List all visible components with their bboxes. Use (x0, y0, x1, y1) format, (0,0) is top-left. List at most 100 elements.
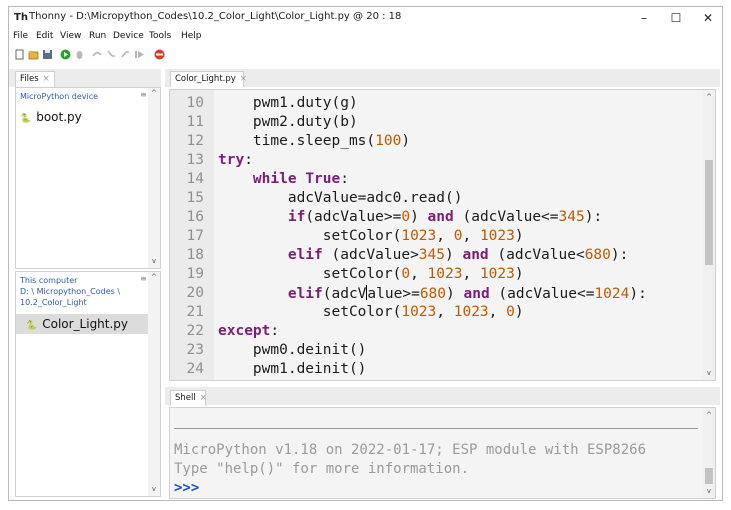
scroll-up-icon[interactable]: ^ (148, 88, 160, 98)
shell-panel[interactable]: MicroPython v1.18 on 2022-01-17; ESP mod… (169, 407, 716, 499)
device-panel-scrollbar[interactable]: ^ v (148, 88, 160, 268)
code-token: setColor( (322, 304, 402, 320)
tab-editor-close-icon[interactable]: × (240, 74, 247, 84)
shell-scroll-thumb[interactable] (705, 468, 713, 484)
computer-panel-scrollbar[interactable]: ^ v (148, 272, 160, 496)
menu-run[interactable]: Run (89, 31, 106, 41)
resume-icon[interactable] (134, 49, 145, 60)
menu-edit[interactable]: Edit (36, 31, 53, 41)
computer-panel-path-line2: 10.2_Color_Light (20, 298, 87, 307)
code-token: , (462, 228, 480, 244)
toolbar (9, 45, 722, 65)
number-token: 0 (401, 266, 411, 282)
stop-icon[interactable] (154, 49, 165, 60)
editor-scrollbar[interactable]: ^ v (703, 90, 715, 380)
code-text: elif (adcValue>345) and (adcValue<680): (218, 247, 629, 263)
editor-scroll-thumb[interactable] (705, 160, 713, 265)
code-editor[interactable]: 10 pwm1.duty(g) 11 pwm2.duty(b) 12 time.sl… (169, 89, 716, 381)
shell-prompt[interactable]: >>> (174, 480, 199, 496)
keyword-token: and (427, 209, 454, 225)
line-number: 15 (186, 190, 204, 206)
scroll-down-icon[interactable]: v (148, 256, 160, 266)
code-token: pwm2.duty(b) (252, 114, 358, 130)
code-token: ): (629, 286, 647, 302)
save-icon[interactable] (42, 49, 53, 60)
title-bar[interactable]: Th Thonny - D:\Micropython_Codes\10.2_Co… (9, 7, 722, 29)
number-token: 1023 (427, 266, 463, 282)
step-over-icon[interactable] (92, 49, 103, 60)
code-text: time.sleep_ms(100) (218, 133, 410, 149)
panel-menu-icon[interactable]: ≡ (140, 274, 147, 283)
tab-color-light[interactable]: Color_Light.py × (170, 71, 247, 87)
shell-output-line: MicroPython v1.18 on 2022-01-17; ESP mod… (174, 442, 647, 458)
tab-shell-label: Shell (175, 393, 196, 403)
device-file-name: boot.py (36, 110, 82, 124)
code-token: (adcValue< (488, 247, 585, 263)
number-token: 680 (584, 247, 611, 263)
number-token: 1024 (594, 286, 630, 302)
keyword-token: and (462, 247, 489, 263)
keyword-token: try (218, 152, 245, 168)
scroll-down-icon[interactable]: v (148, 484, 160, 494)
code-token: ) (410, 209, 428, 225)
minimize-button[interactable]: – (629, 9, 659, 27)
thonny-window: Th Thonny - D:\Micropython_Codes\10.2_Co… (8, 6, 723, 501)
menu-tools[interactable]: Tools (149, 31, 171, 41)
line-number: 18 (186, 247, 204, 263)
scroll-down-icon[interactable]: v (703, 486, 715, 496)
python-file-icon: 🐍 (26, 321, 38, 331)
keyword-token: True (305, 171, 341, 187)
keyword-token: and (463, 286, 490, 302)
scroll-down-icon[interactable]: v (703, 368, 715, 378)
device-file-item[interactable]: 🐍 boot.py (20, 110, 82, 124)
maximize-button[interactable]: ☐ (661, 9, 691, 27)
shell-scrollbar[interactable]: ^ v (703, 408, 715, 498)
menu-file[interactable]: File (13, 31, 28, 41)
computer-file-item[interactable]: 🐍 Color_Light.py (16, 314, 148, 334)
editor-tabstrip (165, 69, 720, 87)
code-token: : (244, 152, 253, 168)
code-token: ) (446, 286, 464, 302)
line-number: 16 (186, 209, 204, 225)
line-number: 10 (186, 95, 204, 111)
menu-bar: File Edit View Run Device Tools Help (9, 29, 722, 45)
number-token: 1023 (401, 228, 437, 244)
tab-files[interactable]: Files × (15, 71, 55, 87)
code-token: setColor( (322, 228, 402, 244)
code-text: pwm1.duty(g) (218, 95, 358, 111)
open-file-icon[interactable] (28, 49, 39, 60)
tab-files-close-icon[interactable]: × (43, 74, 50, 84)
code-token: , (462, 266, 480, 282)
python-file-icon: 🐍 (20, 114, 32, 124)
code-text: except: (218, 323, 279, 339)
run-icon[interactable] (60, 49, 71, 60)
menu-view[interactable]: View (60, 31, 81, 41)
debug-icon[interactable] (74, 49, 85, 60)
line-number: 23 (186, 342, 204, 358)
code-token: alue>= (367, 286, 420, 302)
tab-shell[interactable]: Shell × (170, 390, 207, 406)
step-into-icon[interactable] (106, 49, 117, 60)
scroll-up-icon[interactable]: ^ (703, 92, 715, 102)
number-token: 680 (419, 286, 447, 302)
line-number: 13 (186, 152, 204, 168)
step-out-icon[interactable] (120, 49, 131, 60)
new-file-icon[interactable] (14, 49, 25, 60)
code-text: setColor(0, 1023, 1023) (218, 266, 524, 282)
code-text: adcValue=adc0.read() (218, 190, 463, 206)
thonny-app-icon: Th (14, 12, 28, 23)
code-token: ): (610, 247, 629, 263)
line-number: 12 (186, 133, 204, 149)
menu-help[interactable]: Help (181, 31, 202, 41)
code-token: pwm1.deinit() (252, 361, 367, 377)
menu-device[interactable]: Device (113, 31, 144, 41)
number-token: 100 (375, 133, 402, 149)
scroll-up-icon[interactable]: ^ (703, 410, 715, 420)
scroll-up-icon[interactable]: ^ (148, 272, 160, 282)
tab-shell-close-icon[interactable]: × (200, 393, 207, 403)
close-button[interactable]: ✕ (693, 9, 722, 27)
code-text: while True: (218, 171, 349, 187)
keyword-token: except (218, 323, 271, 339)
panel-menu-icon[interactable]: ≡ (140, 90, 147, 99)
